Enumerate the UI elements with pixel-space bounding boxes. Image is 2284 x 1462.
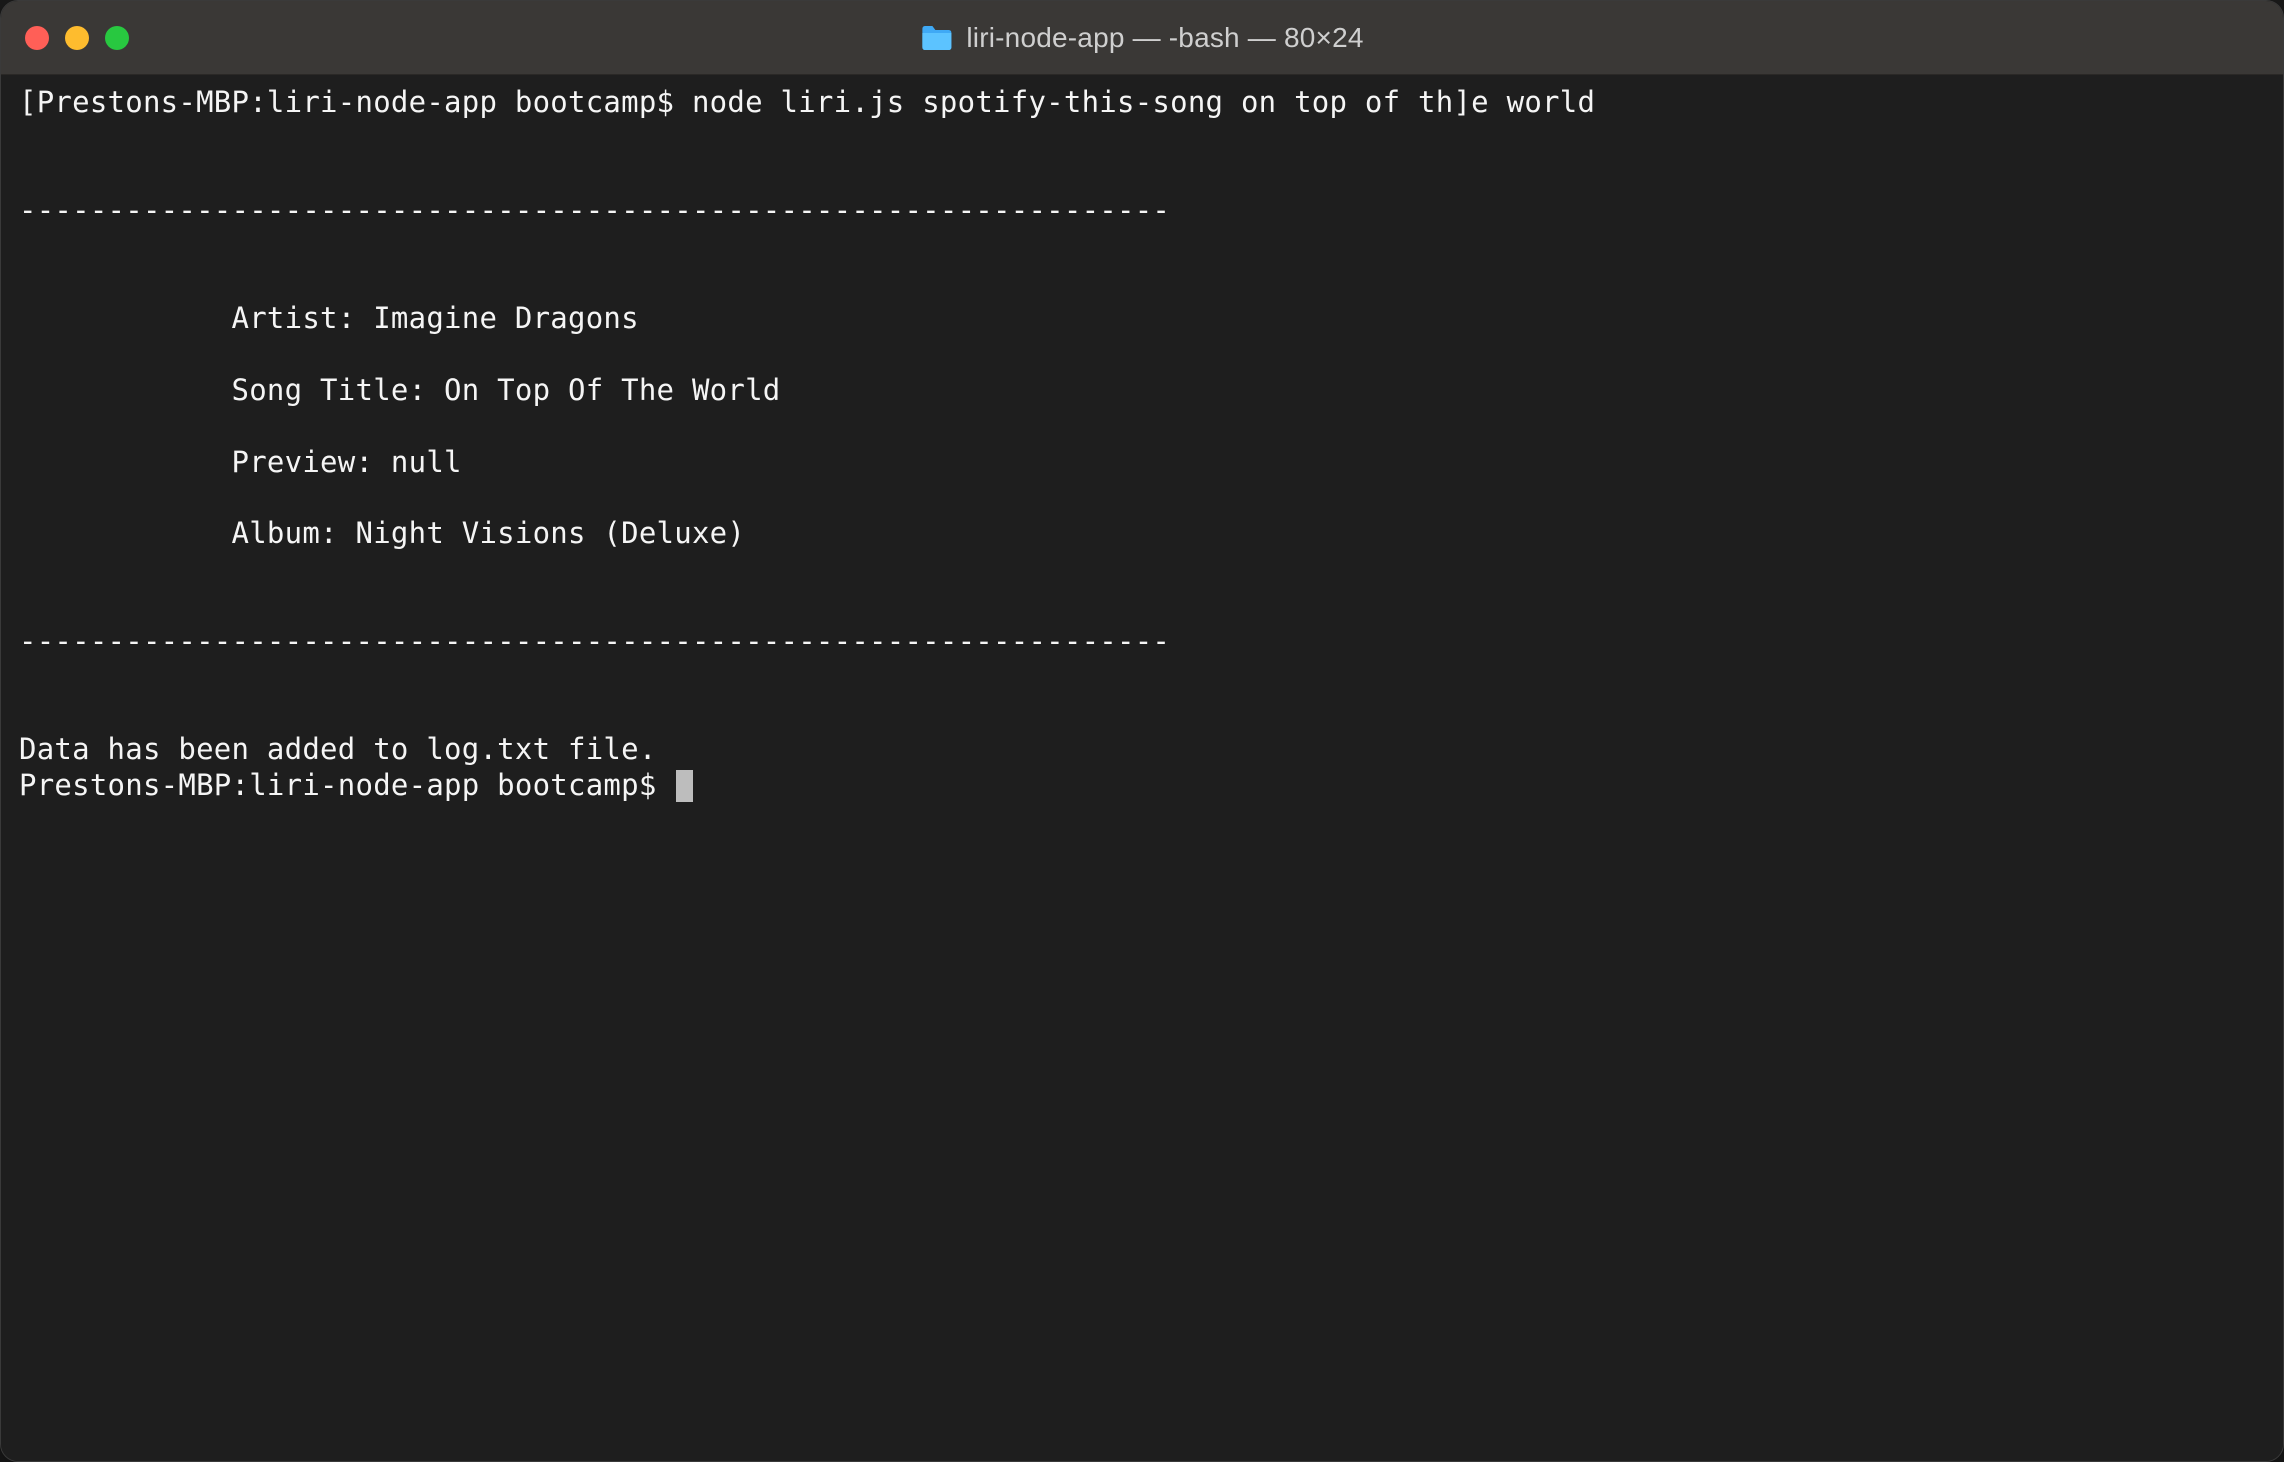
folder-icon bbox=[920, 25, 952, 51]
output-artist: Artist: Imagine Dragons bbox=[19, 301, 639, 335]
output-log-message: Data has been added to log.txt file. bbox=[19, 732, 657, 766]
cursor bbox=[676, 770, 693, 802]
output-divider-bottom: ----------------------------------------… bbox=[19, 624, 1170, 658]
window-title-text: liri-node-app — -bash — 80×24 bbox=[966, 22, 1363, 54]
prompt-2: Prestons-MBP:liri-node-app bootcamp$ bbox=[19, 768, 674, 802]
terminal-window: liri-node-app — -bash — 80×24 [Prestons-… bbox=[0, 0, 2284, 1462]
output-preview: Preview: null bbox=[19, 445, 462, 479]
maximize-button[interactable] bbox=[105, 26, 129, 50]
output-album: Album: Night Visions (Deluxe) bbox=[19, 516, 745, 550]
minimize-button[interactable] bbox=[65, 26, 89, 50]
window-title: liri-node-app — -bash — 80×24 bbox=[920, 22, 1363, 54]
output-divider-top: ----------------------------------------… bbox=[19, 193, 1170, 227]
traffic-lights bbox=[25, 26, 129, 50]
close-button[interactable] bbox=[25, 26, 49, 50]
terminal-body[interactable]: [Prestons-MBP:liri-node-app bootcamp$ no… bbox=[1, 75, 2283, 1461]
output-song-title: Song Title: On Top Of The World bbox=[19, 373, 781, 407]
command-input: node liri.js spotify-this-song on top of… bbox=[692, 85, 1595, 119]
prompt-1: [Prestons-MBP:liri-node-app bootcamp$ bbox=[19, 85, 692, 119]
title-bar: liri-node-app — -bash — 80×24 bbox=[1, 1, 2283, 75]
